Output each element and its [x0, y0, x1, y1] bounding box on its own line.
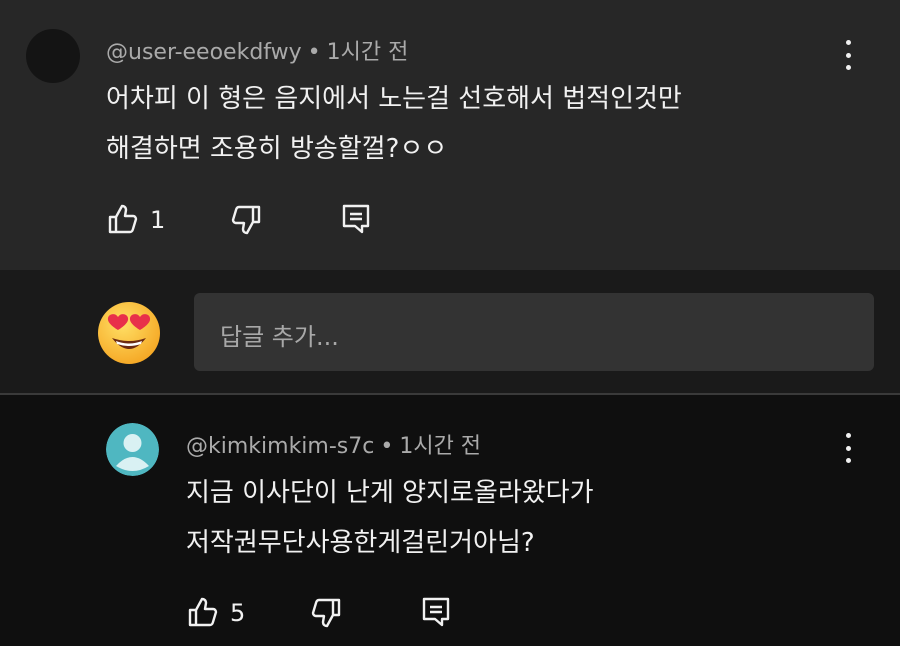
timestamp: 1시간 전: [326, 40, 409, 65]
heart-eyes-emoji: [98, 302, 160, 364]
more-vert-icon[interactable]: [838, 40, 858, 70]
avatar[interactable]: [106, 423, 159, 476]
like-count: 1: [150, 206, 166, 234]
comment-meta: @kimkimkim-s7c • 1시간 전: [186, 428, 481, 460]
reply-icon[interactable]: [341, 203, 371, 235]
author-name[interactable]: @user-eeoekdfwy: [106, 40, 302, 65]
author-name[interactable]: @kimkimkim-s7c: [186, 434, 374, 459]
reply-icon[interactable]: [421, 596, 451, 628]
timestamp: 1시간 전: [399, 434, 482, 459]
comment-text-line: 해결하면 조용히 방송할껄?ㅇㅇ: [106, 134, 448, 164]
more-vert-icon[interactable]: [838, 433, 858, 463]
comment-text-line: 지금 이사단이 난게 양지로올라왔다가: [186, 478, 594, 508]
comment-2: @kimkimkim-s7c • 1시간 전 지금 이사단이 난게 양지로올라왔다가…: [0, 395, 900, 646]
avatar[interactable]: [26, 29, 80, 83]
reply-placeholder: 답글 추가...: [220, 323, 339, 351]
comment-meta: @user-eeoekdfwy • 1시간 전: [106, 34, 408, 66]
like-count: 5: [230, 599, 246, 627]
thumbs-down-icon[interactable]: [310, 597, 342, 629]
thumbs-up-icon[interactable]: [107, 203, 139, 235]
comment-text-line: 어차피 이 형은 음지에서 노는걸 선호해서 법적인것만: [106, 84, 682, 114]
comment-1: @user-eeoekdfwy • 1시간 전 어차피 이 형은 음지에서 노는걸 …: [0, 0, 900, 270]
comment-text-line: 저작권무단사용한게걸린거아님?: [186, 528, 535, 558]
separator-dot: •: [307, 40, 321, 65]
thumbs-down-icon[interactable]: [230, 204, 262, 236]
add-reply-row: 답글 추가...: [0, 270, 900, 395]
reply-input[interactable]: 답글 추가...: [194, 293, 874, 371]
thumbs-up-icon[interactable]: [187, 596, 219, 628]
separator-dot: •: [380, 434, 394, 459]
